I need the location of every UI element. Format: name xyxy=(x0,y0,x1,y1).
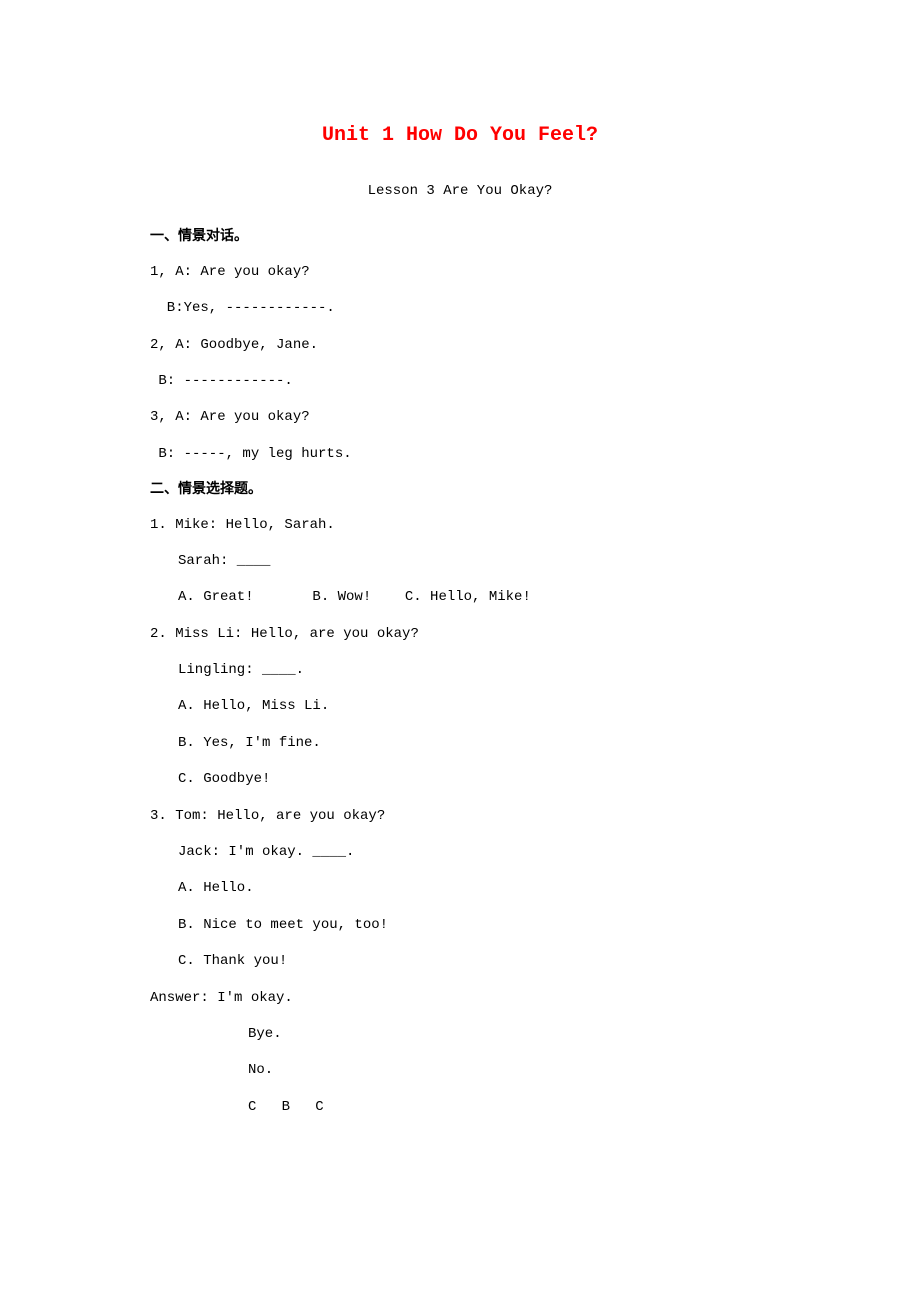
section2-heading: 二、情景选择题。 xyxy=(150,479,770,501)
s1-q3-a: 3, A: Are you okay? xyxy=(150,406,770,428)
s1-q2-b: B: ------------. xyxy=(150,370,770,392)
s2-q3-option-a: A. Hello. xyxy=(150,877,770,899)
s1-q1-a: 1, A: Are you okay? xyxy=(150,261,770,283)
answer-1: Bye. xyxy=(150,1023,770,1045)
s2-q3-option-b: B. Nice to meet you, too! xyxy=(150,914,770,936)
s1-q1-b: B:Yes, ------------. xyxy=(150,297,770,319)
s1-q3-b: B: -----, my leg hurts. xyxy=(150,443,770,465)
s2-q1-options: A. Great! B. Wow! C. Hello, Mike! xyxy=(150,586,770,608)
s2-q1-response: Sarah: ____ xyxy=(150,550,770,572)
s2-q3-response: Jack: I'm okay. ____. xyxy=(150,841,770,863)
s2-q2-option-c: C. Goodbye! xyxy=(150,768,770,790)
unit-title: Unit 1 How Do You Feel? xyxy=(150,120,770,152)
section1-heading: 一、情景对话。 xyxy=(150,226,770,248)
s2-q3-prompt: 3. Tom: Hello, are you okay? xyxy=(150,805,770,827)
s2-q3-option-c: C. Thank you! xyxy=(150,950,770,972)
answer-2: No. xyxy=(150,1059,770,1081)
s2-q2-option-a: A. Hello, Miss Li. xyxy=(150,695,770,717)
s2-q2-prompt: 2. Miss Li: Hello, are you okay? xyxy=(150,623,770,645)
answer-3: C B C xyxy=(150,1096,770,1118)
answer-label: Answer: I'm okay. xyxy=(150,987,770,1009)
s2-q1-prompt: 1. Mike: Hello, Sarah. xyxy=(150,514,770,536)
s2-q2-option-b: B. Yes, I'm fine. xyxy=(150,732,770,754)
s1-q2-a: 2, A: Goodbye, Jane. xyxy=(150,334,770,356)
lesson-subtitle: Lesson 3 Are You Okay? xyxy=(150,180,770,202)
s2-q2-response: Lingling: ____. xyxy=(150,659,770,681)
